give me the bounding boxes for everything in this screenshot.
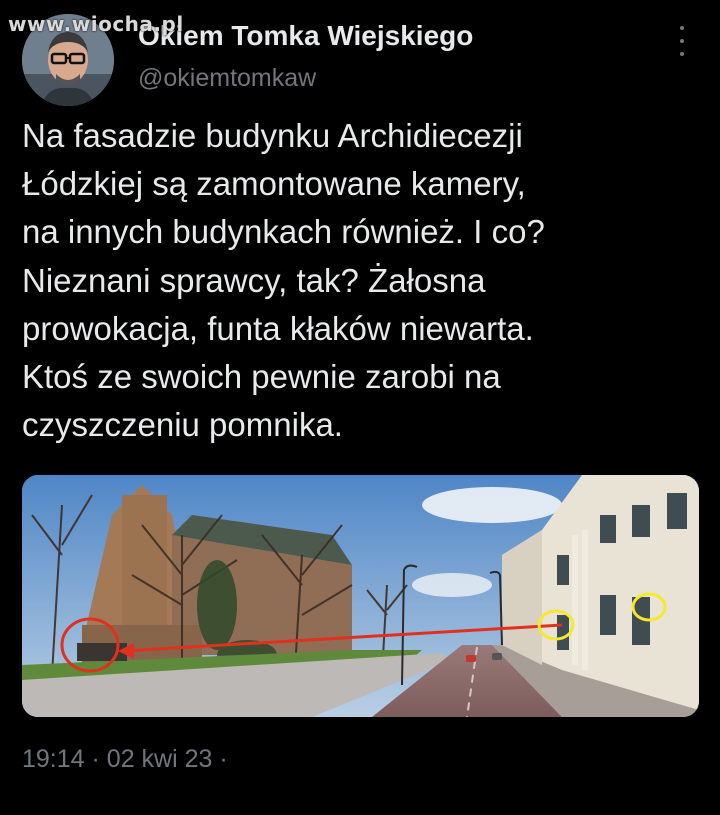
dot-icon xyxy=(680,52,684,56)
tweet-line: Łódzkiej są zamontowane kamery, xyxy=(22,165,526,203)
meta-separator-trailing: · xyxy=(219,745,228,773)
tweet-meta: 19:14 · 02 kwi 23 · xyxy=(22,745,228,774)
tweet-line: Ktoś ze swoich pewnie zarobi na xyxy=(22,358,501,396)
more-vertical-icon[interactable] xyxy=(676,26,688,56)
dot-icon xyxy=(680,39,684,43)
watermark-text: www.wiocha.pl xyxy=(8,12,184,36)
author-handle[interactable]: @okiemtomkaw xyxy=(138,64,316,93)
tweet-time[interactable]: 19:14 xyxy=(22,745,85,773)
dot-icon xyxy=(680,26,684,30)
author-name[interactable]: Okiem Tomka Wiejskiego xyxy=(138,20,473,52)
tweet-date[interactable]: 02 kwi 23 xyxy=(107,745,213,773)
tweet-line: prowokacja, funta kłaków niewarta. xyxy=(22,309,534,347)
tweet-media-image[interactable] xyxy=(22,475,699,717)
tweet-line: czyszczeniu pomnika. xyxy=(22,406,343,444)
meta-separator: · xyxy=(91,745,100,773)
tweet-line: na innych budynkach również. I co? xyxy=(22,213,545,251)
street-photo xyxy=(22,475,699,717)
tweet-line: Nieznani sprawcy, tak? Żałosna xyxy=(22,261,486,299)
tweet-text: Na fasadzie budynku Archidiecezji Łódzki… xyxy=(22,112,702,449)
tweet-line: Na fasadzie budynku Archidiecezji xyxy=(22,117,523,154)
